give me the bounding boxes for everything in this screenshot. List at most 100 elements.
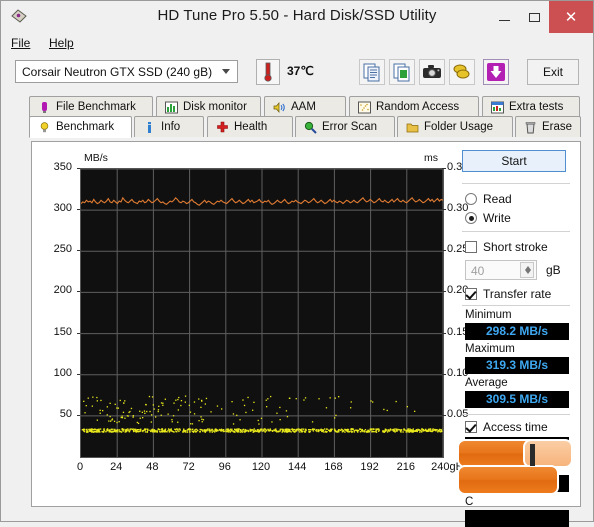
short-stroke-size-stepper[interactable]: 40	[465, 260, 537, 280]
title-bar: HD Tune Pro 5.50 - Hard Disk/SSD Utility…	[1, 1, 593, 34]
tab-folder-usage[interactable]: Folder Usage	[397, 116, 513, 137]
x-tick-label: 96	[208, 461, 242, 473]
benchmark-bulb-icon	[38, 121, 51, 134]
download-arrow-icon[interactable]	[483, 59, 509, 85]
radio-write[interactable]: Write	[465, 211, 511, 225]
y-tick-label: 200	[42, 284, 72, 296]
y2-tick-mark	[442, 374, 446, 375]
maximum-value: 319.3 MB/s	[465, 357, 569, 374]
y2-tick-mark	[442, 168, 446, 169]
start-button[interactable]: Start	[462, 150, 566, 172]
extra-tests-icon	[491, 101, 504, 114]
x-tick-label: 48	[135, 461, 169, 473]
x-tick-label: 0	[63, 461, 97, 473]
menu-file[interactable]: File	[11, 36, 30, 50]
y2-tick-mark	[442, 333, 446, 334]
exit-button[interactable]: Exit	[527, 59, 579, 85]
menu-help[interactable]: Help	[49, 36, 74, 50]
menu-bar: File Help	[1, 33, 593, 54]
y-tick-mark	[77, 168, 80, 169]
y-tick-label: 150	[42, 326, 72, 338]
tab-row-top: File Benchmark Disk monitor AAM Random A…	[1, 96, 593, 118]
aam-speaker-icon	[273, 101, 286, 114]
tab-label: File Benchmark	[56, 101, 136, 113]
y-tick-label: 350	[42, 161, 72, 173]
screenshot-camera-icon[interactable]	[419, 59, 445, 85]
y-tick-mark	[77, 291, 80, 292]
folder-usage-icon	[406, 121, 419, 134]
radio-read-indicator	[465, 193, 477, 205]
tab-error-scan[interactable]: Error Scan	[295, 116, 395, 137]
y-tick-label: 300	[42, 202, 72, 214]
window-buttons: ✕	[489, 1, 593, 33]
access-time-checkbox-indicator	[465, 421, 477, 433]
tab-label: Info	[161, 121, 180, 133]
y-tick-mark	[77, 374, 80, 375]
y-tick-mark	[77, 415, 80, 416]
maximize-button[interactable]	[519, 1, 549, 33]
x-tick-label: 192	[353, 461, 387, 473]
temperature-icon	[256, 59, 280, 85]
tab-label: Extra tests	[509, 101, 563, 113]
checkbox-access-time[interactable]: Access time	[465, 420, 548, 434]
tab-file-benchmark[interactable]: File Benchmark	[29, 96, 153, 117]
tab-strip: File Benchmark Disk monitor AAM Random A…	[1, 92, 593, 141]
copy-text-icon[interactable]	[359, 59, 385, 85]
coins-icon[interactable]	[449, 59, 475, 85]
radio-write-label: Write	[483, 211, 511, 225]
tab-disk-monitor[interactable]: Disk monitor	[156, 96, 261, 117]
tab-aam[interactable]: AAM	[264, 96, 346, 117]
benchmark-chart: MB/s ms 50100150200250300350 0.050.100.1…	[32, 150, 452, 500]
short-stroke-unit-label: gB	[546, 263, 561, 277]
x-tick-label: 144	[280, 461, 314, 473]
tab-health[interactable]: Health	[207, 116, 293, 137]
y-tick-label: 100	[42, 367, 72, 379]
x-tick-label: 24	[99, 461, 133, 473]
info-icon	[143, 121, 156, 134]
short-stroke-size-value: 40	[471, 264, 484, 278]
minimize-button[interactable]	[489, 1, 519, 33]
drive-select[interactable]: Corsair Neutron GTX SSD (240 gB)	[15, 60, 238, 83]
health-cross-icon	[216, 121, 229, 134]
tab-random-access[interactable]: Random Access	[349, 96, 479, 117]
x-tick-label: 216	[389, 461, 423, 473]
transfer-rate-label: Transfer rate	[483, 287, 551, 301]
y2-tick-mark	[442, 291, 446, 292]
error-scan-magnifier-icon	[304, 121, 317, 134]
tab-label: Random Access	[376, 101, 459, 113]
x-tick-label: 120	[244, 461, 278, 473]
plot-area	[80, 168, 444, 458]
tab-label: Benchmark	[56, 121, 114, 133]
cpu-usage-value	[465, 510, 569, 527]
radio-write-indicator	[465, 212, 477, 224]
disk-monitor-icon	[165, 101, 178, 114]
y2-tick-mark	[442, 209, 446, 210]
tab-erase[interactable]: Erase	[515, 116, 581, 137]
checkbox-short-stroke[interactable]: Short stroke	[465, 240, 548, 254]
drive-select-value: Corsair Neutron GTX SSD (240 gB)	[22, 65, 212, 79]
short-stroke-label: Short stroke	[483, 240, 548, 254]
tab-label: Erase	[542, 121, 572, 133]
tab-label: Health	[234, 121, 267, 133]
close-button[interactable]: ✕	[549, 1, 593, 33]
tab-info[interactable]: Info	[134, 116, 204, 137]
radio-read[interactable]: Read	[465, 192, 512, 206]
tab-row-bottom: Benchmark Info Health Error Scan	[1, 116, 593, 138]
chevron-down-icon	[222, 69, 230, 74]
toolbar: Corsair Neutron GTX SSD (240 gB) 37℃	[1, 53, 593, 93]
tab-label: Folder Usage	[424, 121, 493, 133]
minimum-label: Minimum	[465, 309, 512, 321]
copy-image-icon[interactable]	[389, 59, 415, 85]
transfer-rate-checkbox-indicator	[465, 288, 477, 300]
tab-label: Disk monitor	[183, 101, 247, 113]
average-label: Average	[465, 377, 508, 389]
stepper-arrows[interactable]	[520, 262, 534, 278]
y-axis-unit-right: ms	[424, 152, 438, 164]
tab-benchmark[interactable]: Benchmark	[29, 116, 132, 138]
short-stroke-checkbox-indicator	[465, 241, 477, 253]
y-tick-mark	[77, 250, 80, 251]
tab-extra-tests[interactable]: Extra tests	[482, 96, 580, 117]
checkbox-transfer-rate[interactable]: Transfer rate	[465, 287, 551, 301]
tab-label: Error Scan	[322, 121, 377, 133]
hd-tune-window: HD Tune Pro 5.50 - Hard Disk/SSD Utility…	[0, 0, 594, 522]
